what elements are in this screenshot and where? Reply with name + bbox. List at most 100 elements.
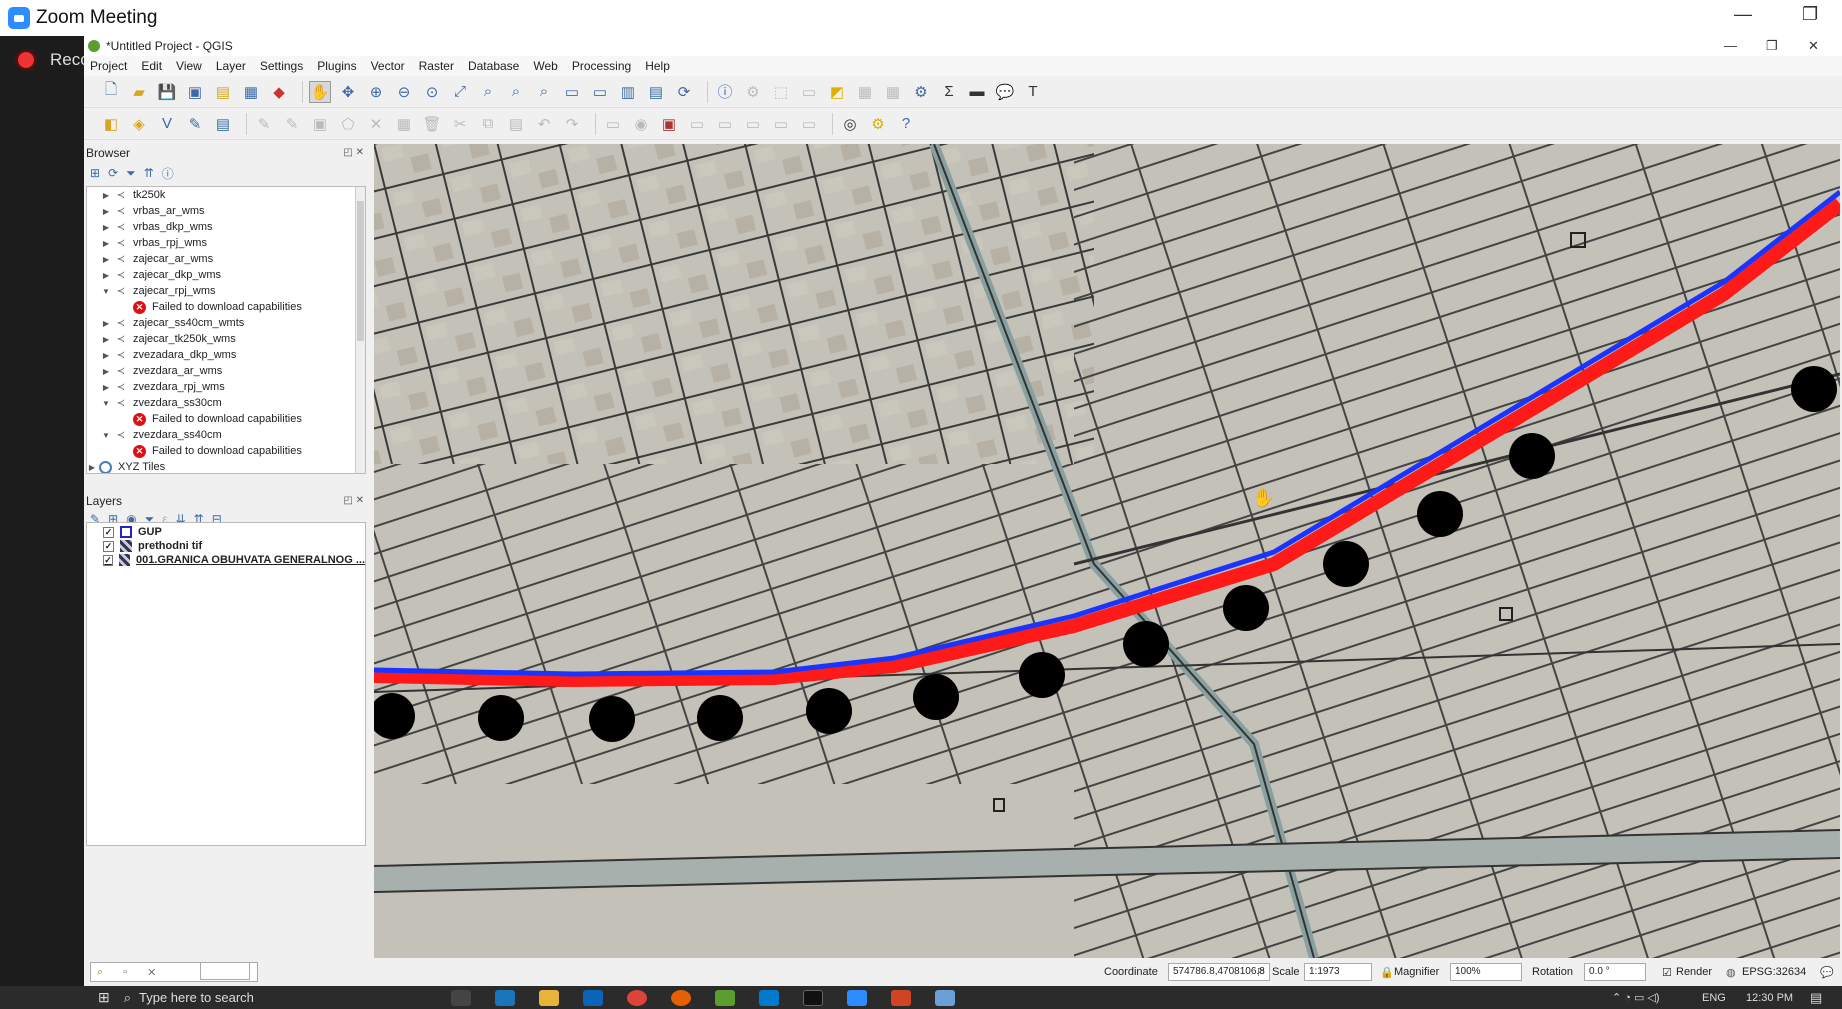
browser-item[interactable]: ▶ XYZ Tiles — [87, 459, 365, 473]
deselect-icon[interactable]: ◩ — [826, 81, 848, 103]
toggle-editing-icon[interactable]: ✎ — [281, 113, 303, 135]
terminal-icon[interactable] — [803, 989, 824, 1006]
collapsed-arrow-icon[interactable]: ▶ — [101, 223, 111, 232]
menu-vector[interactable]: Vector — [371, 59, 405, 73]
zoom-next-icon[interactable]: ▭ — [561, 81, 583, 103]
panel-float-close-icon[interactable]: ◰ ✕ — [343, 495, 364, 506]
label-properties-icon[interactable]: ▭ — [798, 113, 820, 135]
start-icon[interactable]: ⊞ — [98, 989, 110, 1006]
layer-visibility-checkbox[interactable]: ✓ — [103, 540, 114, 552]
collapsed-arrow-icon[interactable]: ▶ — [101, 351, 111, 360]
zoom-last-icon[interactable]: ⌕ — [533, 81, 555, 103]
show-hide-labels-icon[interactable]: ▭ — [686, 113, 708, 135]
collapsed-arrow-icon[interactable]: ▶ — [101, 239, 111, 248]
system-tray-icons[interactable]: ⌃ ◔ ▭ ◁) — [1612, 991, 1660, 1004]
minimize-icon[interactable]: — — [1724, 38, 1737, 53]
collapsed-arrow-icon[interactable]: ▶ — [101, 383, 111, 392]
browser-item[interactable]: ▶ ≺ vrbas_dkp_wms — [87, 219, 365, 235]
close-icon[interactable]: ✕ — [147, 966, 156, 979]
menu-layer[interactable]: Layer — [216, 59, 246, 73]
render-checkbox[interactable]: ☑ — [1662, 966, 1672, 979]
new-print-layout-icon[interactable]: ▤ — [212, 81, 234, 103]
chrome-icon[interactable] — [627, 989, 648, 1006]
browser-error-item[interactable]: ✕ Failed to download capabilities — [87, 299, 365, 315]
language-indicator[interactable]: ENG — [1702, 992, 1726, 1004]
python-console-icon[interactable]: ⚙ — [867, 113, 889, 135]
browser-item[interactable]: ▶ ≺ zvezdara_rpj_wms — [87, 379, 365, 395]
zoom-icon[interactable] — [847, 989, 868, 1006]
collapsed-arrow-icon[interactable]: ▶ — [101, 207, 111, 216]
statistics-icon[interactable]: Σ — [938, 81, 960, 103]
select-value-icon[interactable]: ▭ — [798, 81, 820, 103]
magnifier-spinbox[interactable]: 100% — [1450, 963, 1522, 981]
cut-features-icon[interactable]: ✂ — [449, 113, 471, 135]
open-project-icon[interactable]: ▰ — [128, 81, 150, 103]
menu-settings[interactable]: Settings — [260, 59, 303, 73]
bookmark-icon[interactable]: ▥ — [617, 81, 639, 103]
vertex-tool-icon[interactable]: ✕ — [365, 113, 387, 135]
menu-database[interactable]: Database — [468, 59, 519, 73]
maximize-icon[interactable]: ❐ — [1766, 38, 1778, 54]
app-icon[interactable] — [495, 989, 516, 1006]
menu-project[interactable]: Project — [90, 59, 127, 73]
new-geopackage-icon[interactable]: ◈ — [128, 113, 150, 135]
browser-scrollbar[interactable] — [355, 187, 365, 473]
zoom-full-icon[interactable]: ⤢ — [449, 81, 471, 103]
zoom-out-icon[interactable]: ⊖ — [393, 81, 415, 103]
layer-visibility-checkbox[interactable]: ✓ — [103, 526, 114, 538]
task-view-icon[interactable] — [451, 989, 472, 1006]
rotation-spinbox[interactable]: 0.0 ° — [1584, 963, 1646, 981]
collapsed-arrow-icon[interactable]: ▶ — [87, 463, 97, 472]
browser-item[interactable]: ▶ ≺ zajecar_ar_wms — [87, 251, 365, 267]
browser-item[interactable]: ▼ ≺ zvezdara_ss30cm — [87, 395, 365, 411]
measure-icon[interactable]: ▬ — [966, 81, 988, 103]
browser-item[interactable]: ▶ ≺ zvezdara_ar_wms — [87, 363, 365, 379]
identify-icon[interactable]: ⓘ — [714, 81, 736, 103]
new-scratch-layer-icon[interactable]: ✎ — [184, 113, 206, 135]
toolbox-icon[interactable]: ⚙ — [910, 81, 932, 103]
browser-item[interactable]: ▶ ≺ vrbas_ar_wms — [87, 203, 365, 219]
refresh-icon[interactable]: ⟳ — [673, 81, 695, 103]
expanded-arrow-icon[interactable]: ▼ — [101, 431, 111, 440]
layer-visibility-checkbox[interactable]: ✓ — [103, 554, 114, 566]
menu-raster[interactable]: Raster — [419, 59, 454, 73]
browser-item[interactable]: ▶ ≺ zajecar_dkp_wms — [87, 267, 365, 283]
restore-icon[interactable]: ❐ — [1802, 4, 1818, 25]
firefox-icon[interactable] — [671, 989, 692, 1006]
browser-item[interactable]: ▶ ≺ tk250k — [87, 187, 365, 203]
browser-error-item[interactable]: ✕ Failed to download capabilities — [87, 411, 365, 427]
current-edits-icon[interactable]: ✎ — [253, 113, 275, 135]
collapsed-arrow-icon[interactable]: ▶ — [101, 271, 111, 280]
file-explorer-icon[interactable] — [539, 989, 560, 1006]
new-map-view-icon[interactable]: ▭ — [589, 81, 611, 103]
layers-tree[interactable]: ✓ GUP ✓ prethodni tif ✓ 001.GRANICA OBUHVATA … — [86, 522, 366, 846]
layout-manager-icon[interactable]: ▦ — [240, 81, 262, 103]
zoom-native-icon[interactable]: ⊙ — [421, 81, 443, 103]
new-project-icon[interactable]: 🗋 — [100, 81, 122, 103]
paste-features-icon[interactable]: ▤ — [505, 113, 527, 135]
browser-item[interactable]: ▼ ≺ zajecar_rpj_wms — [87, 283, 365, 299]
browser-item[interactable]: ▶ ≺ zvezadara_dkp_wms — [87, 347, 365, 363]
layer-item[interactable]: ✓ prethodni tif — [87, 539, 365, 553]
pan-icon[interactable]: ✋ — [309, 80, 331, 103]
scale-combobox[interactable]: 1:1973 — [1304, 963, 1372, 981]
clock[interactable]: 12:30 PM — [1746, 992, 1793, 1004]
close-icon[interactable]: ✕ — [1808, 38, 1819, 54]
browser-item[interactable]: ▶ ≺ zajecar_ss40cm_wmts — [87, 315, 365, 331]
browser-item[interactable]: ▶ ≺ vrbas_rpj_wms — [87, 235, 365, 251]
collapsed-arrow-icon[interactable]: ▶ — [101, 367, 111, 376]
browser-error-item[interactable]: ✕ Failed to download capabilities — [87, 443, 365, 459]
copy-features-icon[interactable]: ⧉ — [477, 113, 499, 135]
vscode-icon[interactable] — [759, 989, 780, 1006]
app-icon[interactable] — [715, 989, 736, 1006]
change-label-icon[interactable]: ▭ — [770, 113, 792, 135]
expanded-arrow-icon[interactable]: ▼ — [101, 287, 111, 296]
menu-processing[interactable]: Processing — [572, 59, 631, 73]
layer-labeling-icon[interactable]: ◉ — [630, 113, 652, 135]
data-source-manager-icon[interactable]: ◧ — [100, 113, 122, 135]
extents-toggle-icon[interactable]: ⚐ — [1256, 966, 1266, 979]
menu-web[interactable]: Web — [533, 59, 557, 73]
browser-tree[interactable]: ▶ ≺ tk250k ▶ ≺ vrbas_ar_wms ▶ ≺ vrbas_dkp_wms ▶ ≺ v… — [86, 186, 366, 474]
menu-help[interactable]: Help — [645, 59, 670, 73]
minimize-icon[interactable]: — — [1734, 4, 1752, 25]
